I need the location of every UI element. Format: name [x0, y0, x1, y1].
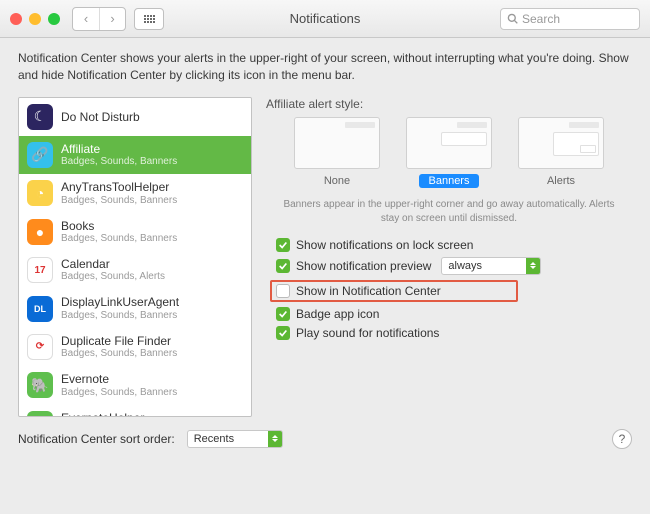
chevron-updown-icon: [268, 431, 282, 447]
app-name: EvernoteHelper: [61, 411, 165, 417]
app-sub: Badges, Sounds, Banners: [61, 348, 177, 360]
grid-icon: [144, 15, 155, 23]
checkbox-icon: [276, 326, 290, 340]
app-icon: ●: [27, 219, 53, 245]
app-icon: ⟳: [27, 334, 53, 360]
app-icon: 🔗: [27, 142, 53, 168]
alert-style-title: Affiliate alert style:: [266, 97, 632, 111]
app-sub: Badges, Sounds, Banners: [61, 310, 179, 322]
none-label: None: [314, 174, 360, 188]
footer: Notification Center sort order: Recents …: [0, 417, 650, 461]
zoom-button[interactable]: [48, 13, 60, 25]
checkbox-icon: [276, 307, 290, 321]
alerts-preview: [518, 117, 604, 169]
app-name: Do Not Disturb: [61, 110, 140, 124]
dropdown-value: always: [448, 260, 482, 272]
alert-style-options: None Banners Alerts: [266, 117, 632, 188]
app-icon: ☾: [27, 104, 53, 130]
app-name: Duplicate File Finder: [61, 334, 177, 348]
help-button[interactable]: ?: [612, 429, 632, 449]
app-name: DisplayLinkUserAgent: [61, 295, 179, 309]
app-icon: 🐘: [27, 411, 53, 417]
app-icon: 🐘: [27, 372, 53, 398]
sidebar-item-books[interactable]: ● BooksBadges, Sounds, Banners: [19, 213, 251, 251]
none-preview: [294, 117, 380, 169]
app-name: Calendar: [61, 257, 165, 271]
app-name: AnyTransToolHelper: [61, 180, 177, 194]
opt-lock-screen[interactable]: Show notifications on lock screen: [276, 238, 632, 252]
opt-label: Play sound for notifications: [296, 326, 439, 340]
dropdown-value: Recents: [194, 433, 234, 445]
banners-label: Banners: [419, 174, 480, 188]
checkbox-icon: [276, 238, 290, 252]
back-button[interactable]: ‹: [73, 8, 99, 30]
search-placeholder: Search: [522, 12, 560, 26]
alert-style-none[interactable]: None: [294, 117, 380, 188]
app-list[interactable]: ☾Do Not Disturb🔗AffiliateBadges, Sounds,…: [18, 97, 252, 417]
app-icon: DL: [27, 296, 53, 322]
sidebar-item-calendar[interactable]: 17 CalendarBadges, Sounds, Alerts: [19, 251, 251, 289]
sidebar-item-affiliate[interactable]: 🔗 AffiliateBadges, Sounds, Banners: [19, 136, 251, 174]
app-sub: Badges, Sounds, Banners: [61, 156, 177, 168]
opt-badge[interactable]: Badge app icon: [276, 307, 632, 321]
minimize-button[interactable]: [29, 13, 41, 25]
app-sub: Badges, Sounds, Banners: [61, 195, 177, 207]
alert-style-help: Banners appear in the upper-right corner…: [274, 198, 624, 226]
sort-label: Notification Center sort order:: [18, 432, 175, 446]
opt-sound[interactable]: Play sound for notifications: [276, 326, 632, 340]
sidebar-item-evernote[interactable]: 🐘 EvernoteBadges, Sounds, Banners: [19, 366, 251, 404]
alerts-label: Alerts: [537, 174, 585, 188]
search-icon: [507, 13, 518, 24]
sidebar-item-duplicate-file-finder[interactable]: ⟳ Duplicate File FinderBadges, Sounds, Ba…: [19, 328, 251, 366]
opt-show-nc[interactable]: Show in Notification Center: [270, 280, 518, 302]
sidebar-item-do-not-disturb[interactable]: ☾ Do Not Disturb: [19, 98, 251, 136]
pane-description: Notification Center shows your alerts in…: [0, 38, 650, 97]
app-name: Evernote: [61, 372, 177, 386]
opt-label: Show notifications on lock screen: [296, 238, 473, 252]
traffic-lights: [10, 13, 60, 25]
checkbox-icon: [276, 284, 290, 298]
app-sub: Badges, Sounds, Alerts: [61, 271, 165, 283]
search-input[interactable]: Search: [500, 8, 640, 30]
window-titlebar: ‹ › Notifications Search: [0, 0, 650, 38]
sidebar-item-displaylinkuseragent[interactable]: DL DisplayLinkUserAgentBadges, Sounds, Ba…: [19, 289, 251, 327]
app-name: Affiliate: [61, 142, 177, 156]
alert-style-banners[interactable]: Banners: [406, 117, 492, 188]
alert-style-alerts[interactable]: Alerts: [518, 117, 604, 188]
app-icon: 17: [27, 257, 53, 283]
app-sub: Badges, Sounds, Banners: [61, 387, 177, 399]
main-content: ☾Do Not Disturb🔗AffiliateBadges, Sounds,…: [0, 97, 650, 417]
close-button[interactable]: [10, 13, 22, 25]
app-sub: Badges, Sounds, Banners: [61, 233, 177, 245]
sidebar-item-evernotehelper[interactable]: 🐘EvernoteHelperBadges, Sounds, Alerts: [19, 405, 251, 417]
opt-preview[interactable]: Show notification preview always: [276, 257, 632, 275]
show-all-button[interactable]: [134, 8, 164, 30]
forward-button[interactable]: ›: [99, 8, 125, 30]
banners-preview: [406, 117, 492, 169]
opt-label: Show notification preview: [296, 259, 431, 273]
preview-dropdown[interactable]: always: [441, 257, 541, 275]
sort-dropdown[interactable]: Recents: [187, 430, 283, 448]
sidebar-item-anytranstoolhelper[interactable]: ◔ AnyTransToolHelperBadges, Sounds, Banne…: [19, 174, 251, 212]
nav-buttons: ‹ ›: [72, 7, 126, 31]
settings-panel: Affiliate alert style: None Banners Aler…: [266, 97, 632, 417]
options-list: Show notifications on lock screen Show n…: [266, 238, 632, 340]
checkbox-icon: [276, 259, 290, 273]
opt-label: Show in Notification Center: [296, 284, 441, 298]
app-icon: ◔: [27, 180, 53, 206]
chevron-updown-icon: [526, 258, 540, 274]
opt-label: Badge app icon: [296, 307, 379, 321]
app-name: Books: [61, 219, 177, 233]
